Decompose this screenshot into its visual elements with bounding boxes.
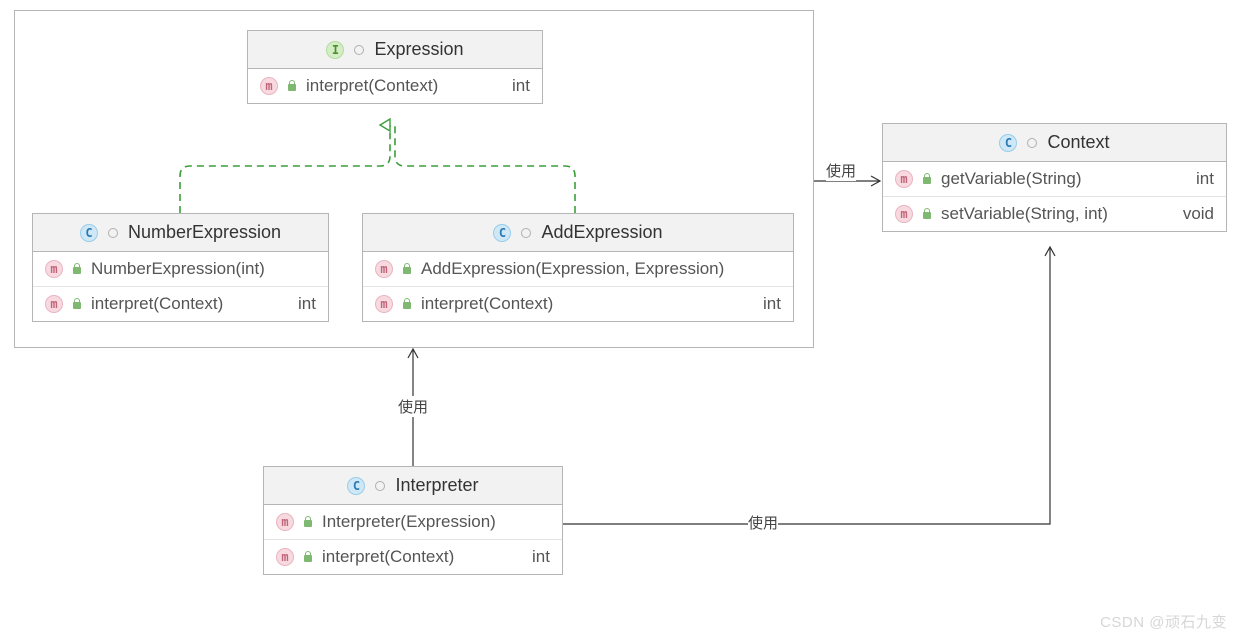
method-row: m NumberExpression(int) xyxy=(33,252,328,287)
method-signature: Interpreter(Expression) xyxy=(322,512,496,532)
method-signature: NumberExpression(int) xyxy=(91,259,265,279)
ring-icon xyxy=(1027,138,1037,148)
lock-icon xyxy=(921,208,933,220)
method-icon: m xyxy=(375,295,393,313)
return-type: int xyxy=(1180,169,1214,189)
method-signature: interpret(Context) xyxy=(306,76,438,96)
method-icon: m xyxy=(375,260,393,278)
method-signature: setVariable(String, int) xyxy=(941,204,1108,224)
class-title-row: C Interpreter xyxy=(264,467,562,505)
method-row: m getVariable(String) int xyxy=(883,162,1226,197)
lock-icon xyxy=(71,263,83,275)
return-type: int xyxy=(496,76,530,96)
class-icon: C xyxy=(999,134,1017,152)
use-label: 使用 xyxy=(748,512,778,533)
method-row: m interpret(Context) int xyxy=(264,540,562,574)
ring-icon xyxy=(521,228,531,238)
return-type: int xyxy=(516,547,550,567)
return-type: int xyxy=(747,294,781,314)
method-row: m Interpreter(Expression) xyxy=(264,505,562,540)
method-signature: interpret(Context) xyxy=(91,294,223,314)
interface-icon: I xyxy=(326,41,344,59)
method-signature: AddExpression(Expression, Expression) xyxy=(421,259,724,279)
class-title-row: I Expression xyxy=(248,31,542,69)
class-icon: C xyxy=(347,477,365,495)
lock-icon xyxy=(286,80,298,92)
lock-icon xyxy=(401,263,413,275)
class-title-row: C NumberExpression xyxy=(33,214,328,252)
method-row: m AddExpression(Expression, Expression) xyxy=(363,252,793,287)
method-icon: m xyxy=(260,77,278,95)
class-title: Interpreter xyxy=(395,475,478,496)
context-class: C Context m getVariable(String) int m se… xyxy=(882,123,1227,232)
method-row: m interpret(Context) int xyxy=(248,69,542,103)
addexpression-class: C AddExpression m AddExpression(Expressi… xyxy=(362,213,794,322)
class-title: AddExpression xyxy=(541,222,662,243)
return-type: int xyxy=(282,294,316,314)
return-type: void xyxy=(1167,204,1214,224)
method-row: m interpret(Context) int xyxy=(363,287,793,321)
lock-icon xyxy=(302,516,314,528)
class-icon: C xyxy=(80,224,98,242)
ring-icon xyxy=(354,45,364,55)
lock-icon xyxy=(302,551,314,563)
use-label: 使用 xyxy=(398,396,428,417)
expression-class: I Expression m interpret(Context) int xyxy=(247,30,543,104)
class-title: Expression xyxy=(374,39,463,60)
watermark-text: CSDN @顽石九变 xyxy=(1100,611,1227,632)
method-row: m setVariable(String, int) void xyxy=(883,197,1226,231)
method-signature: interpret(Context) xyxy=(322,547,454,567)
method-icon: m xyxy=(895,205,913,223)
lock-icon xyxy=(401,298,413,310)
method-signature: getVariable(String) xyxy=(941,169,1081,189)
class-title-row: C Context xyxy=(883,124,1226,162)
method-icon: m xyxy=(276,548,294,566)
method-row: m interpret(Context) int xyxy=(33,287,328,321)
ring-icon xyxy=(375,481,385,491)
lock-icon xyxy=(921,173,933,185)
method-icon: m xyxy=(45,260,63,278)
class-title: Context xyxy=(1047,132,1109,153)
method-icon: m xyxy=(45,295,63,313)
class-title: NumberExpression xyxy=(128,222,281,243)
method-signature: interpret(Context) xyxy=(421,294,553,314)
lock-icon xyxy=(71,298,83,310)
class-icon: C xyxy=(493,224,511,242)
ring-icon xyxy=(108,228,118,238)
use-label: 使用 xyxy=(826,160,856,181)
method-icon: m xyxy=(276,513,294,531)
method-icon: m xyxy=(895,170,913,188)
class-title-row: C AddExpression xyxy=(363,214,793,252)
numberexpression-class: C NumberExpression m NumberExpression(in… xyxy=(32,213,329,322)
interpreter-class: C Interpreter m Interpreter(Expression) … xyxy=(263,466,563,575)
